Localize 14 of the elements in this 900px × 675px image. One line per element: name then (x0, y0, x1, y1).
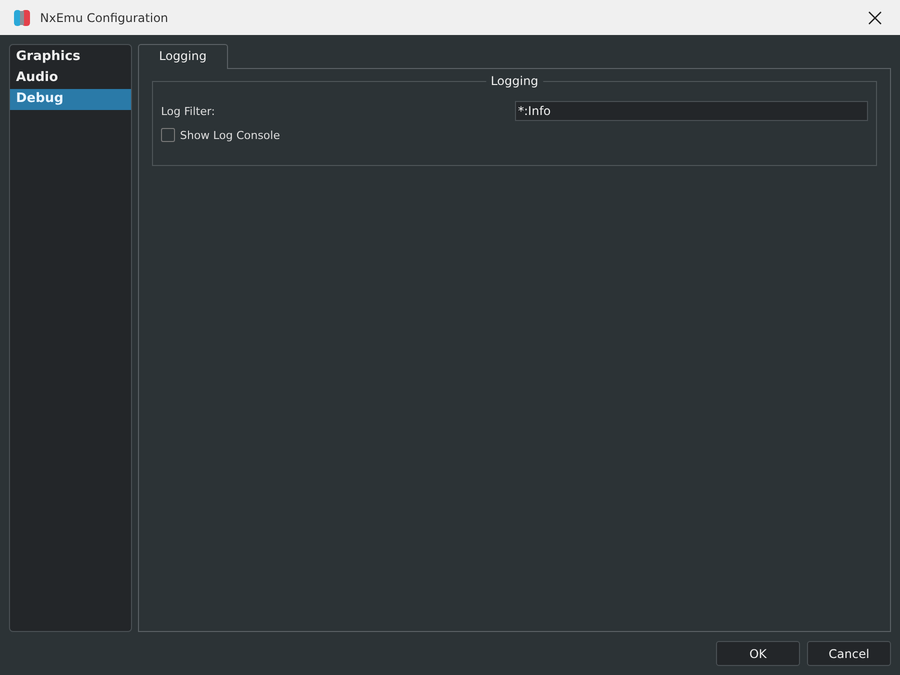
window-title: NxEmu Configuration (40, 10, 170, 24)
field-label: Log Filter: (161, 104, 216, 118)
ok-button[interactable]: OK (716, 641, 800, 666)
cancel-button[interactable]: Cancel (807, 641, 891, 666)
sidebar-item[interactable]: Debug (10, 89, 131, 110)
app-icon (12, 8, 32, 28)
group-title: Logging (486, 74, 544, 88)
close-icon[interactable] (868, 10, 882, 24)
sidebar-item[interactable]: Audio (10, 68, 131, 89)
checkbox-label: Show Log Console (180, 128, 280, 142)
log-filter-field[interactable]: *:Info (515, 101, 868, 121)
sidebar-item[interactable]: Graphics (10, 47, 131, 68)
tab[interactable]: Logging (138, 44, 228, 69)
checkbox[interactable] (161, 128, 175, 142)
